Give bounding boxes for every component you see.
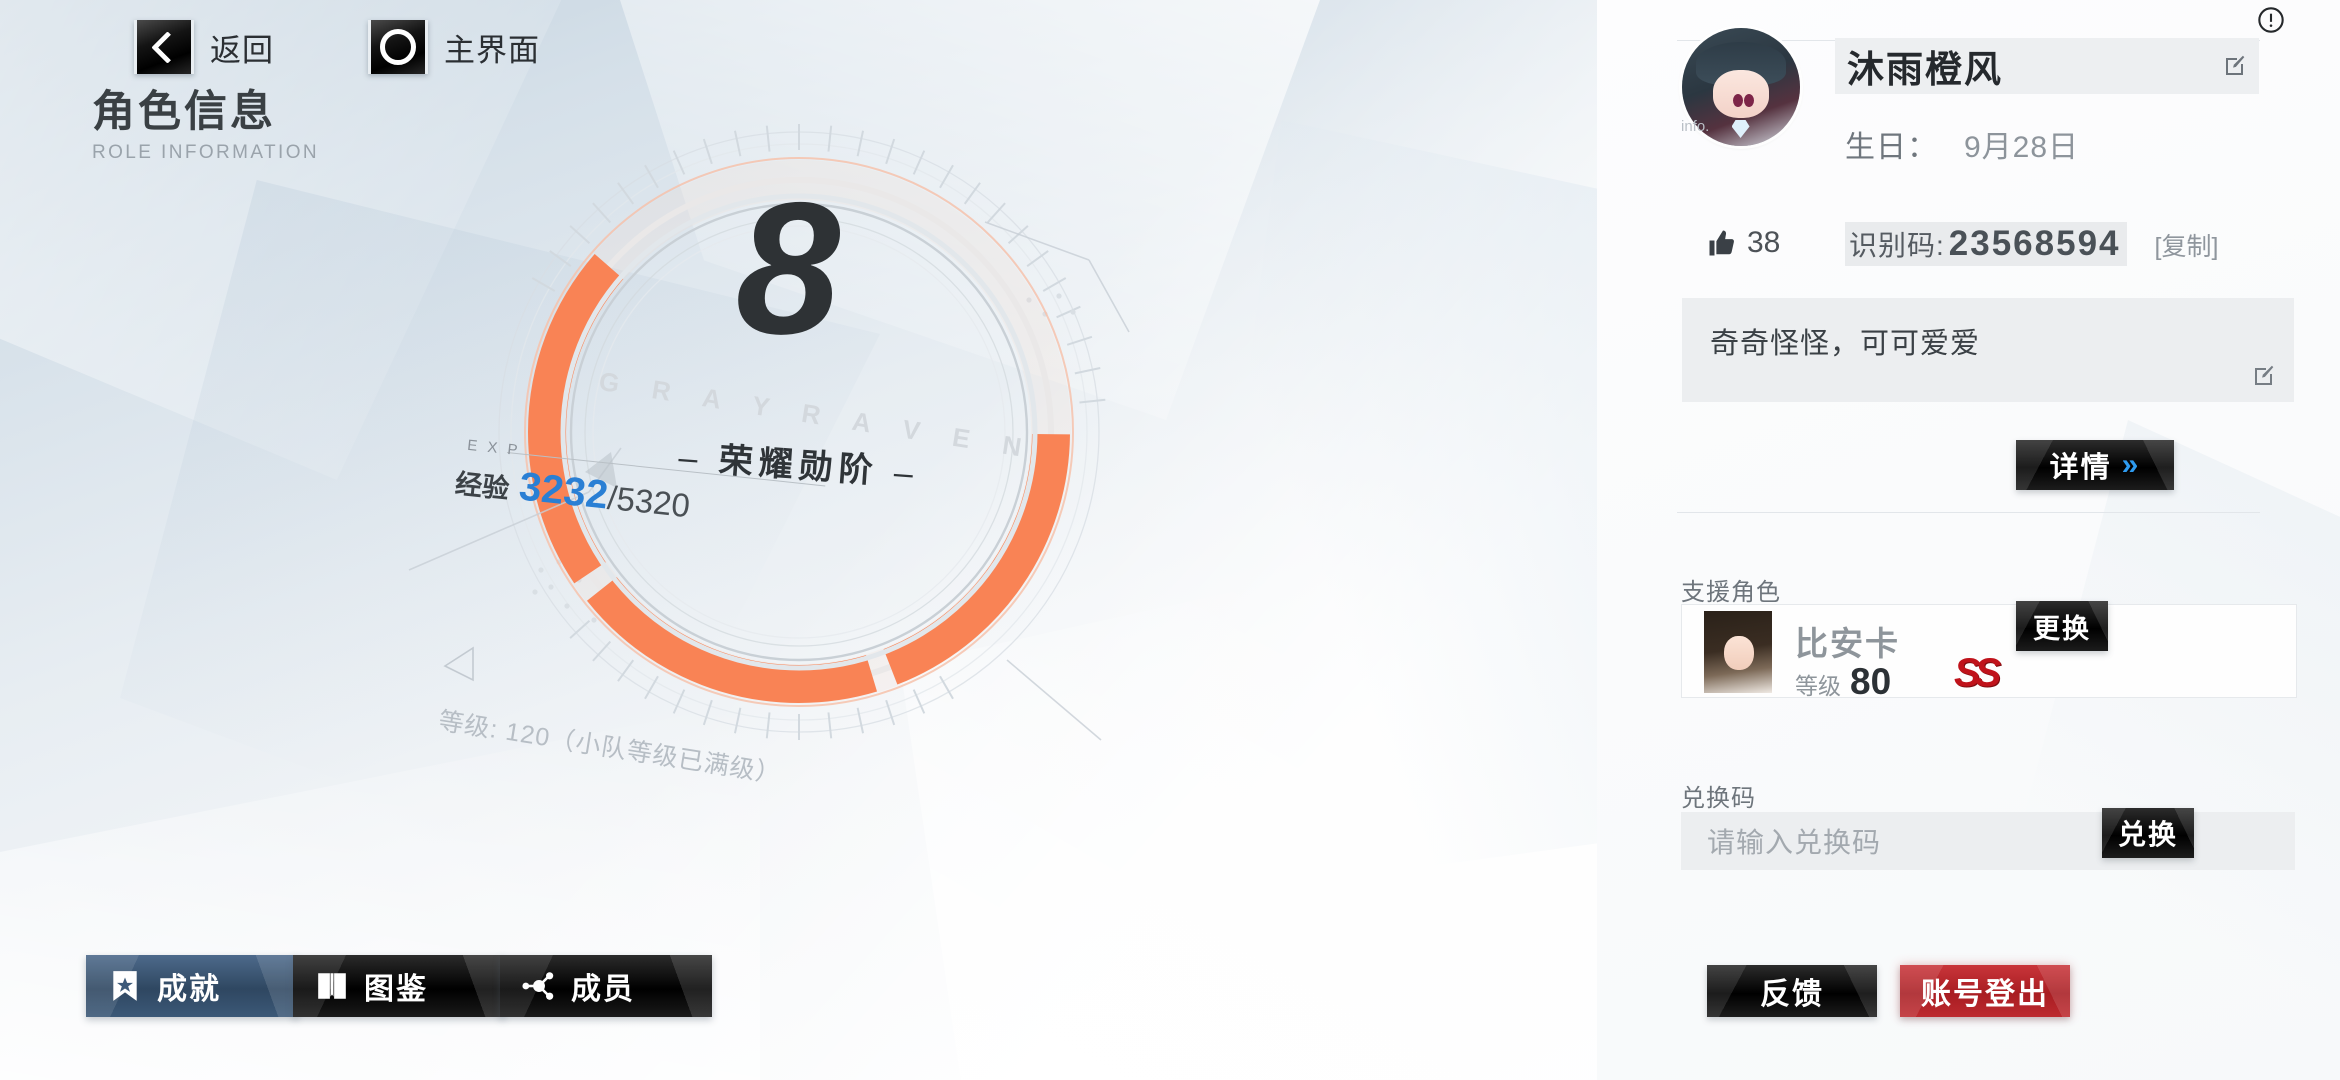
avatar-eye-left bbox=[1733, 94, 1744, 108]
role-information-screen: 返回 主界面 角色信息 ROLE INFORMATION 8 G R A Y R… bbox=[0, 0, 2340, 1080]
player-name: 沐雨橙风 bbox=[1847, 49, 2003, 90]
edit-pencil-icon[interactable] bbox=[2252, 364, 2276, 388]
panel-bg-facet bbox=[1960, 420, 2340, 1060]
redeem-button-label: 兑换 bbox=[2117, 819, 2178, 850]
uid-label: 识别码: bbox=[1849, 230, 1945, 261]
birthday-value: 9月28日 bbox=[1964, 131, 2080, 164]
chevron-left-icon bbox=[150, 30, 184, 64]
birthday-row: 生日： 9月28日 bbox=[1845, 122, 2079, 166]
support-character-name: 比安卡 bbox=[1795, 625, 1900, 662]
page-title-en: ROLE INFORMATION bbox=[92, 142, 319, 164]
honor-rank-ring: 8 G R A Y R A V E N – 荣耀勋阶 – E X P 经验 32… bbox=[389, 100, 1209, 820]
support-level-row: 等级 80 bbox=[1795, 661, 1891, 703]
redeem-code-input[interactable]: 请输入兑换码 bbox=[1681, 812, 2295, 870]
signature-box[interactable]: 奇奇怪怪，可可爱爱 bbox=[1681, 297, 2295, 403]
player-name-field[interactable]: 沐雨橙风 bbox=[1835, 38, 2259, 94]
support-level-label: 等级 bbox=[1795, 673, 1841, 699]
members-button[interactable]: 成员 bbox=[500, 955, 712, 1017]
codex-button[interactable]: 图鉴 bbox=[293, 955, 505, 1017]
birthday-label: 生日： bbox=[1845, 131, 1938, 164]
codex-label: 图鉴 bbox=[364, 973, 428, 1006]
home-label: 主界面 bbox=[444, 32, 540, 68]
support-rank-badge: SS bbox=[1954, 651, 2001, 695]
copy-uid-button[interactable]: [复制] bbox=[2155, 227, 2219, 263]
avatar-face bbox=[1712, 70, 1770, 118]
exclamation-circle-icon[interactable] bbox=[2257, 6, 2285, 34]
exp-max: /5320 bbox=[605, 478, 692, 525]
back-button[interactable]: 返回 bbox=[134, 20, 274, 74]
redeem-button[interactable]: 兑换 bbox=[2102, 808, 2194, 858]
circle-icon bbox=[380, 29, 416, 65]
panel-divider-mid bbox=[1677, 512, 2260, 513]
exp-label: 经验 bbox=[453, 468, 511, 505]
rank-number: 8 bbox=[735, 163, 841, 373]
uid-row: 识别码: 23568594 [复制] bbox=[1845, 222, 2218, 266]
page-title-cn: 角色信息 bbox=[92, 88, 276, 136]
detail-button[interactable]: 详情 » bbox=[2016, 440, 2174, 490]
likes-count: 38 bbox=[1747, 226, 1781, 259]
edit-pencil-icon[interactable] bbox=[2223, 54, 2247, 78]
network-nodes-icon bbox=[522, 972, 554, 1000]
thumbs-up-icon bbox=[1709, 230, 1734, 256]
uid-chip: 识别码: 23568594 bbox=[1845, 222, 2127, 266]
profile-panel: info. 沐雨橙风 生日： 9月28日 38 识别码: 23568594 [复… bbox=[1597, 0, 2340, 1080]
members-label: 成员 bbox=[571, 973, 635, 1006]
change-support-button[interactable]: 更换 bbox=[2016, 601, 2108, 651]
back-label: 返回 bbox=[210, 32, 274, 68]
double-chevron-right-icon: » bbox=[2121, 448, 2141, 481]
redeem-section-title: 兑换码 bbox=[1681, 785, 1756, 812]
signature-bg: 奇奇怪怪，可可爱爱 bbox=[1682, 298, 2294, 402]
feedback-label: 反馈 bbox=[1760, 978, 1824, 1011]
support-level-value: 80 bbox=[1850, 661, 1892, 702]
redeem-code-placeholder: 请输入兑换码 bbox=[1707, 827, 1882, 858]
book-icon bbox=[318, 973, 346, 999]
avatar-watermark: info. bbox=[1681, 118, 1710, 135]
logout-button[interactable]: 账号登出 bbox=[1900, 965, 2070, 1017]
home-keycap[interactable] bbox=[368, 20, 428, 74]
signature-text: 奇奇怪怪，可可爱爱 bbox=[1710, 328, 1981, 360]
feedback-button[interactable]: 反馈 bbox=[1707, 965, 1877, 1017]
support-thumbnail bbox=[1704, 611, 1772, 693]
exp-current: 3232 bbox=[517, 464, 611, 518]
home-button[interactable]: 主界面 bbox=[368, 20, 540, 74]
likes-row: 38 bbox=[1707, 226, 1780, 260]
left-stage: 返回 主界面 角色信息 ROLE INFORMATION 8 G R A Y R… bbox=[0, 0, 1597, 1080]
detail-label: 详情 bbox=[2049, 452, 2112, 484]
bg-facet-6 bbox=[1180, 120, 1597, 900]
back-keycap[interactable] bbox=[134, 20, 194, 74]
rank-dash-right: – bbox=[892, 453, 921, 494]
achievements-button[interactable]: 成就 bbox=[86, 955, 298, 1017]
uid-value: 23568594 bbox=[1948, 224, 2121, 263]
bookmark-star-icon bbox=[113, 971, 137, 1001]
page-title: 角色信息 ROLE INFORMATION bbox=[92, 88, 319, 164]
support-character-card[interactable]: 比安卡 等级 80 SS 更换 bbox=[1681, 601, 2297, 702]
support-section-title: 支援角色 bbox=[1681, 579, 1781, 606]
change-support-label: 更换 bbox=[2033, 613, 2091, 644]
logout-label: 账号登出 bbox=[1921, 978, 2049, 1011]
support-face bbox=[1724, 635, 1755, 671]
achievements-label: 成就 bbox=[157, 973, 221, 1006]
avatar-eye-right bbox=[1744, 94, 1755, 108]
